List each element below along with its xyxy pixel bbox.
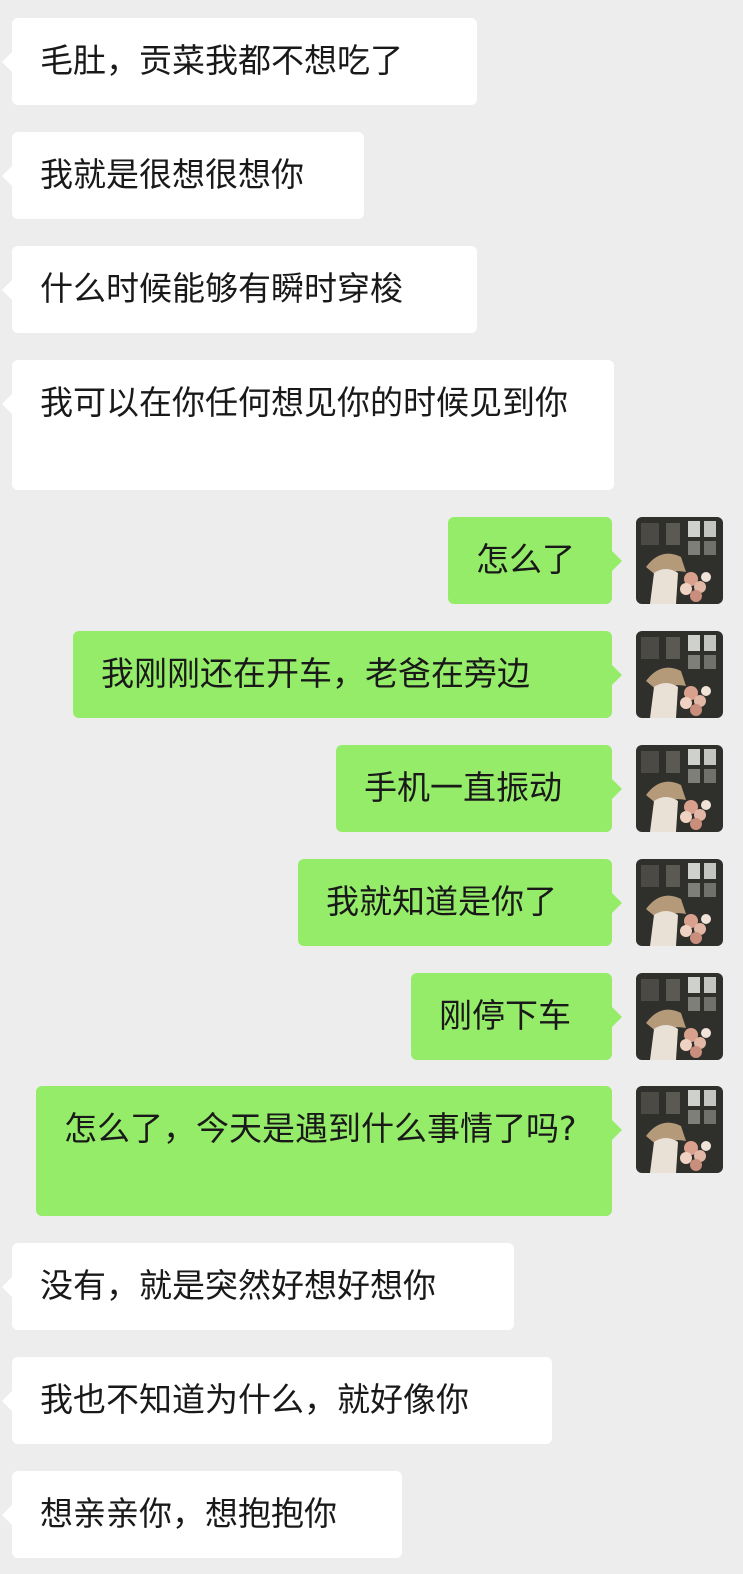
message-bubble-outgoing[interactable]: 怎么了，今天是遇到什么事情了吗? <box>36 1086 622 1216</box>
message-bubble-outgoing[interactable]: 我就知道是你了 <box>298 859 622 946</box>
message-bubble-outgoing[interactable]: 刚停下车 <box>411 973 622 1060</box>
chat-conversation: 毛肚，贡菜我都不想吃了 我就是很想很想你 什么时候能够有瞬时穿梭 我可以在你任何… <box>0 0 743 1574</box>
user-avatar[interactable] <box>636 859 723 946</box>
message-bubble-incoming[interactable]: 我也不知道为什么，就好像你 <box>2 1357 552 1444</box>
user-avatar[interactable] <box>636 517 723 604</box>
avatar-photo-icon <box>636 1086 723 1173</box>
message-bubble-outgoing[interactable]: 手机一直振动 <box>336 745 622 832</box>
message-bubble-outgoing[interactable]: 怎么了 <box>448 517 622 604</box>
avatar-photo-icon <box>636 631 723 718</box>
message-bubble-incoming[interactable]: 什么时候能够有瞬时穿梭 <box>2 246 477 333</box>
avatar-photo-icon <box>636 517 723 604</box>
message-bubble-incoming[interactable]: 我就是很想很想你 <box>2 132 364 219</box>
avatar-photo-icon <box>636 973 723 1060</box>
user-avatar[interactable] <box>636 973 723 1060</box>
message-bubble-incoming[interactable]: 没有，就是突然好想好想你 <box>2 1243 514 1330</box>
avatar-photo-icon <box>636 859 723 946</box>
user-avatar[interactable] <box>636 745 723 832</box>
message-bubble-incoming[interactable]: 想亲亲你，想抱抱你 <box>2 1471 402 1558</box>
message-bubble-incoming[interactable]: 我可以在你任何想见你的时候见到你 <box>2 360 614 490</box>
avatar-photo-icon <box>636 745 723 832</box>
user-avatar[interactable] <box>636 1086 723 1173</box>
user-avatar[interactable] <box>636 631 723 718</box>
message-bubble-outgoing[interactable]: 我刚刚还在开车，老爸在旁边 <box>73 631 622 718</box>
message-bubble-incoming[interactable]: 毛肚，贡菜我都不想吃了 <box>2 18 477 105</box>
